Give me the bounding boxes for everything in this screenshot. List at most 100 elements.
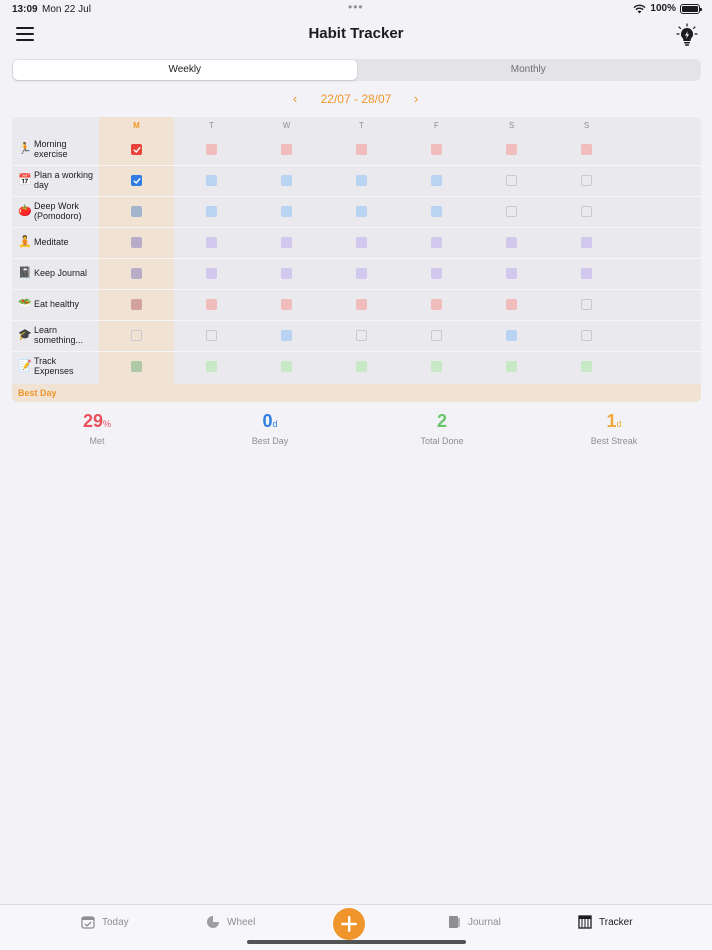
habit-grid: Best Day M T W T F S S 🏃 Morning exercise 📅 Plan a…	[12, 117, 701, 402]
tab-wheel[interactable]: Wheel	[206, 915, 255, 929]
habit-checkbox[interactable]	[431, 206, 442, 217]
stat-value: 0d	[210, 410, 330, 435]
habit-name[interactable]: Eat healthy	[34, 299, 98, 309]
habit-name[interactable]: Track Expenses	[34, 356, 98, 376]
segment-monthly[interactable]: Monthly	[357, 60, 701, 80]
habit-checkbox[interactable]	[131, 361, 142, 372]
habit-checkbox[interactable]	[506, 175, 517, 186]
habit-row: 🥗 Eat healthy	[12, 289, 701, 320]
habit-checkbox[interactable]	[506, 268, 517, 279]
status-time: 13:09	[12, 4, 38, 15]
habit-row: 🎓 Learn something...	[12, 320, 701, 351]
tomato-icon: 🍅	[18, 205, 32, 217]
habit-checkbox[interactable]	[581, 206, 592, 217]
status-date: Mon 22 Jul	[42, 4, 91, 15]
habit-name[interactable]: Keep Journal	[34, 268, 98, 278]
habit-checkbox[interactable]	[431, 144, 442, 155]
add-habit-button[interactable]	[333, 908, 365, 940]
tab-today[interactable]: Today	[81, 915, 129, 929]
segment-weekly[interactable]: Weekly	[13, 60, 357, 80]
plus-icon	[341, 916, 357, 932]
date-range-label[interactable]: 22/07 - 28/07	[321, 90, 392, 108]
habit-checkbox-checked[interactable]	[131, 175, 142, 186]
day-header: F	[434, 121, 439, 130]
habit-checkbox[interactable]	[356, 330, 367, 341]
habit-checkbox[interactable]	[356, 268, 367, 279]
habit-checkbox[interactable]	[506, 206, 517, 217]
habit-checkbox[interactable]	[281, 268, 292, 279]
habit-checkbox[interactable]	[506, 330, 517, 341]
habit-checkbox[interactable]	[206, 206, 217, 217]
habit-checkbox[interactable]	[281, 299, 292, 310]
habit-checkbox[interactable]	[356, 361, 367, 372]
stat-total-done: 2 Total Done	[382, 410, 502, 446]
salad-icon: 🥗	[18, 298, 32, 310]
calendar-check-icon	[81, 915, 95, 929]
habit-checkbox[interactable]	[131, 299, 142, 310]
habit-checkbox[interactable]	[506, 361, 517, 372]
habit-checkbox[interactable]	[281, 361, 292, 372]
habit-checkbox[interactable]	[431, 361, 442, 372]
habit-checkbox[interactable]	[206, 144, 217, 155]
stat-unit: d	[272, 419, 278, 429]
habit-checkbox[interactable]	[581, 144, 592, 155]
habit-name[interactable]: Learn something...	[34, 325, 98, 345]
habit-checkbox[interactable]	[281, 237, 292, 248]
tab-label: Journal	[468, 916, 501, 928]
lightbulb-icon[interactable]	[676, 23, 698, 47]
tab-tracker[interactable]: Tracker	[578, 915, 633, 929]
habit-checkbox[interactable]	[506, 237, 517, 248]
stat-value: 1d	[554, 410, 674, 435]
stat-value: 2	[382, 410, 502, 435]
habit-checkbox[interactable]	[506, 144, 517, 155]
view-segmented-control: Weekly Monthly	[12, 59, 701, 81]
habit-checkbox[interactable]	[281, 206, 292, 217]
habit-checkbox[interactable]	[131, 206, 142, 217]
habit-row: 📅 Plan a working day	[12, 165, 701, 196]
habit-checkbox[interactable]	[431, 175, 442, 186]
day-header: T	[209, 121, 214, 130]
habit-checkbox[interactable]	[581, 175, 592, 186]
tab-journal[interactable]: Journal	[447, 915, 501, 929]
habit-checkbox[interactable]	[581, 330, 592, 341]
habit-name[interactable]: Plan a working day	[34, 170, 98, 190]
habit-checkbox[interactable]	[206, 361, 217, 372]
habit-checkbox[interactable]	[206, 299, 217, 310]
habit-checkbox[interactable]	[581, 268, 592, 279]
habit-checkbox[interactable]	[431, 268, 442, 279]
best-day-label: Best Day	[18, 388, 57, 398]
multitasking-dots[interactable]: •••	[348, 0, 364, 14]
habit-checkbox[interactable]	[131, 268, 142, 279]
habit-checkbox[interactable]	[581, 361, 592, 372]
habit-checkbox[interactable]	[206, 268, 217, 279]
habit-checkbox[interactable]	[431, 299, 442, 310]
habit-checkbox[interactable]	[581, 299, 592, 310]
habit-checkbox[interactable]	[431, 237, 442, 248]
habit-checkbox[interactable]	[506, 299, 517, 310]
chevron-left-icon[interactable]: ‹	[286, 90, 304, 108]
habit-checkbox[interactable]	[356, 175, 367, 186]
chevron-right-icon[interactable]: ›	[407, 90, 425, 108]
habit-checkbox[interactable]	[431, 330, 442, 341]
habit-checkbox[interactable]	[206, 175, 217, 186]
habit-checkbox[interactable]	[131, 330, 142, 341]
tab-label: Today	[102, 916, 129, 928]
habit-checkbox[interactable]	[581, 237, 592, 248]
day-header: S	[508, 121, 515, 130]
habit-checkbox[interactable]	[356, 299, 367, 310]
stat-met: 29% Met	[37, 410, 157, 446]
habit-row: 📝 Track Expenses	[12, 351, 701, 382]
habit-checkbox[interactable]	[356, 237, 367, 248]
habit-checkbox[interactable]	[281, 330, 292, 341]
habit-checkbox[interactable]	[206, 237, 217, 248]
habit-checkbox[interactable]	[281, 175, 292, 186]
habit-checkbox[interactable]	[356, 206, 367, 217]
habit-name[interactable]: Meditate	[34, 237, 98, 247]
habit-checkbox[interactable]	[131, 237, 142, 248]
habit-name[interactable]: Morning exercise	[34, 139, 98, 159]
habit-checkbox[interactable]	[206, 330, 217, 341]
habit-checkbox-checked[interactable]	[131, 144, 142, 155]
habit-name[interactable]: Deep Work (Pomodoro)	[34, 201, 98, 221]
habit-checkbox[interactable]	[356, 144, 367, 155]
habit-checkbox[interactable]	[281, 144, 292, 155]
